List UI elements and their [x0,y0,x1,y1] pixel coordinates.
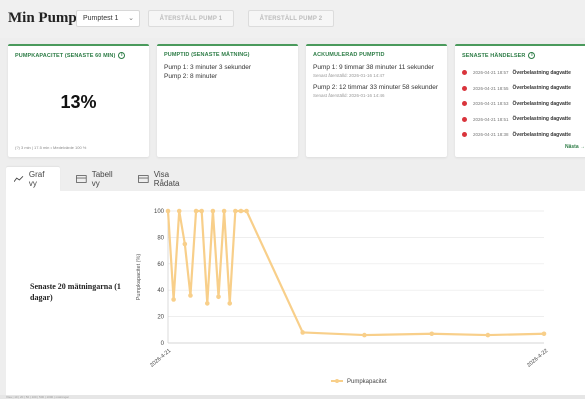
events-card-title: SENASTE HÄNDELSER [462,52,526,59]
y-axis-label: Pumpkapacitet (%) [136,254,142,301]
alert-dot-icon [462,132,467,138]
capacity-card-title: PUMPKAPACITET (SENASTE 60 MIN) [15,52,116,59]
data-point [204,301,210,306]
events-card: SENASTE HÄNDELSER i 2026-04-21 18:57 Över… [455,44,585,157]
pumptime-pump1: Pump 1: 3 minuter 3 sekunder [164,64,252,71]
events-next-link[interactable]: Nästa → [565,144,585,150]
info-icon[interactable]: i [528,52,536,59]
y-tick-label: 60 [157,262,164,268]
table-icon [76,175,87,183]
graph-panel: Senaste 20 mätningarna (1 dagar) 0 20 40 60… [6,191,585,395]
event-message: Överbelastning dagvatte [512,131,571,138]
accumulated-card: ACKUMULERAD PUMPTID Pump 1: 9 timmar 38 … [306,44,447,157]
tab-graph[interactable]: Graf vy [6,167,60,191]
data-point [233,208,238,214]
event-message: Överbelastning dagvatte [512,116,571,123]
pumptime-card: PUMPTID (SENASTE MÄTNING) Pump 1: 3 minu… [157,44,298,157]
accumulated-pump1: Pump 1: 9 timmar 38 minuter 11 sekunder [313,64,434,71]
alert-dot-icon [462,70,467,76]
info-icon[interactable]: i [118,52,126,59]
x-tick-label: 2026-4-22 [526,348,549,369]
event-item[interactable]: 2026-04-21 18:55 Överbelastning dagvatte [462,81,583,97]
data-point [193,208,199,214]
reset-pump-2-button[interactable]: ÅTERSTÄLL PUMP 2 [248,10,334,27]
y-tick-label: 0 [161,341,165,347]
alert-dot-icon [462,85,467,91]
data-point [238,208,244,214]
event-time: 2026-04-21 18:38 [473,132,509,138]
data-point [176,208,182,214]
capacity-card: PUMPKAPACITET (SENASTE 60 MIN) i 13% (?)… [8,44,149,157]
data-point [210,208,216,214]
pumptime-card-title: PUMPTID (SENASTE MÄTNING) [164,52,250,58]
accumulated-card-title: ACKUMULERAD PUMPTID [313,52,385,58]
event-time: 2026-04-21 18:55 [473,85,509,91]
pumptime-pump2: Pump 2: 8 minuter [164,73,218,80]
data-point [216,294,221,300]
event-item[interactable]: 2026-04-21 18:57 Överbelastning dagvatte [462,65,583,81]
y-tick-label: 80 [157,235,164,241]
tab-raw-data-label: Visa Rådata [153,170,180,188]
header: Min Pump Pumptest 1 ⌄ ÅTERSTÄLL PUMP 1 Å… [0,0,585,38]
event-message: Överbelastning dagvatte [512,69,571,76]
legend-marker [335,379,339,383]
reset-pump-1-button[interactable]: ÅTERSTÄLL PUMP 1 [148,10,234,27]
data-point [182,241,188,247]
event-time: 2026-04-21 18:51 [473,116,509,122]
data-point [165,208,171,214]
event-item[interactable]: 2026-04-21 18:53 Överbelastning dagvatte [462,96,583,112]
alert-dot-icon [462,116,467,122]
data-point [199,208,204,214]
data-point [300,330,305,335]
event-item[interactable]: 2026-04-21 18:51 Överbelastning dagvatte [462,112,583,128]
y-tick-label: 40 [157,288,164,294]
event-time: 2026-04-21 18:53 [473,101,509,107]
tab-graph-label: Graf vy [28,170,45,188]
event-message: Överbelastning dagvatte [512,100,571,107]
accumulated-pump1-reset: Senast återställd: 2026-01-16 14:47 [313,73,385,78]
data-point [244,208,249,214]
capacity-footer: (?) 3 min | 17.5 min • Medelvärde 100 % [15,145,87,150]
data-point [171,297,176,302]
x-tick-label: 2026-4-21 [149,348,172,369]
tab-raw-data[interactable]: Visa Rådata [130,167,204,191]
table-icon [138,175,149,183]
data-point [362,332,367,338]
data-point [429,331,435,337]
event-time: 2026-04-21 18:57 [473,70,509,76]
chevron-down-icon: ⌄ [128,15,134,22]
tab-table-label: Tabell vy [91,170,113,188]
data-point [485,332,491,338]
event-message: Överbelastning dagvatte [512,85,571,92]
legend-label: Pumpkapacitet [347,379,387,385]
footer-measurements: Visa | 10 | 20 | 50 | 100 | 500 | 1000 |… [0,395,585,399]
pump-capacity-chart: 0 20 40 60 80 100 Pumpkapacitet (%) 2026-4-21 20… [136,208,549,385]
data-point [221,208,227,214]
capacity-value: 13% [60,92,97,112]
event-item[interactable]: 2026-04-21 18:38 Överbelastning dagvatte [462,127,583,143]
data-point [188,293,193,298]
page-title: Min Pump [8,10,77,26]
pump-select[interactable]: Pumptest 1 ⌄ [76,10,140,27]
tab-table[interactable]: Tabell vy [68,167,130,191]
y-tick-label: 20 [157,315,164,321]
pump-select-value: Pumptest 1 [83,15,119,22]
accumulated-pump2-reset: Senast återställd: 2026-01-16 14:46 [313,93,385,98]
data-point [541,331,547,337]
y-tick-label: 100 [154,209,165,215]
data-point [227,301,233,306]
accumulated-pump2: Pump 2: 12 timmar 33 minuter 58 sekunder [313,84,439,91]
events-list: 2026-04-21 18:57 Överbelastning dagvatte 2… [462,65,583,143]
alert-dot-icon [462,101,467,107]
view-tabs: Graf vy Tabell vy Visa Rådata [6,167,585,191]
line-chart-icon [14,175,24,182]
